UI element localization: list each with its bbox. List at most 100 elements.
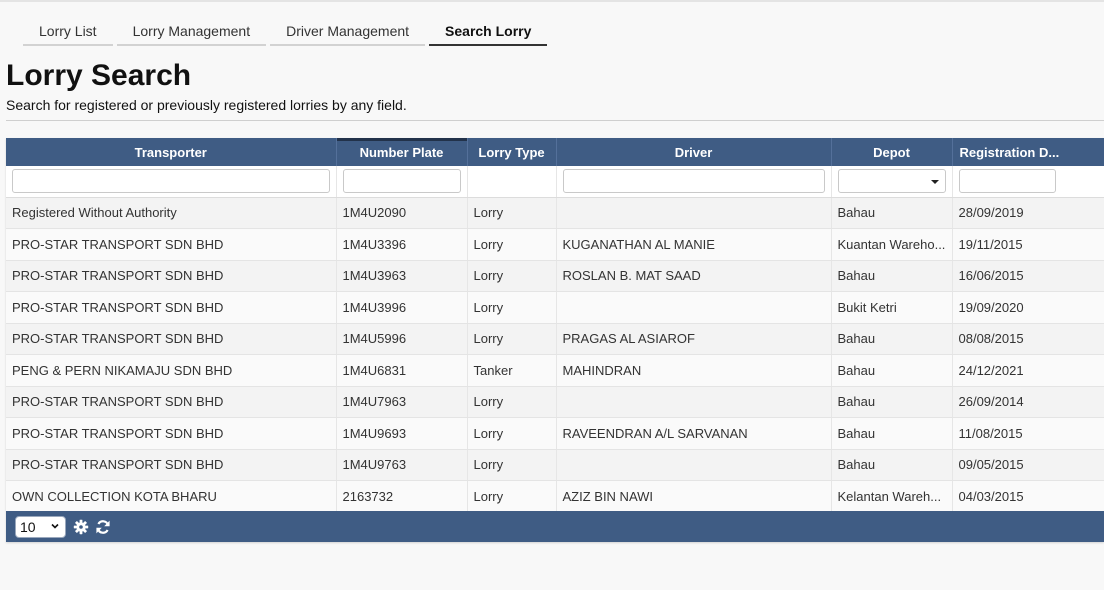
cell-depot: Bahau [831, 260, 953, 292]
top-border [0, 0, 1104, 2]
cell-registration-date: 19/11/2015 [952, 228, 1104, 261]
column-header-registration-date[interactable]: Registration D... [952, 138, 1104, 166]
cell-registration-date: 04/03/2015 [952, 480, 1104, 513]
table-row[interactable]: PRO-STAR TRANSPORT SDN BHD 1M4U5996 Lorry P… [6, 323, 1104, 355]
cell-registration-date: 08/08/2015 [952, 323, 1104, 355]
cell-depot: Bahau [831, 197, 953, 229]
cell-depot: Bahau [831, 386, 953, 418]
tab-lorry-list[interactable]: Lorry List [23, 20, 113, 46]
cell-transporter: PENG & PERN NIKAMAJU SDN BHD [6, 354, 337, 387]
cell-registration-date: 09/05/2015 [952, 449, 1104, 481]
cell-transporter: PRO-STAR TRANSPORT SDN BHD [6, 291, 337, 324]
cell-registration-date: 11/08/2015 [952, 417, 1104, 450]
page-size-select[interactable]: 10 [15, 515, 66, 538]
cell-registration-date: 24/12/2021 [952, 354, 1104, 387]
table-row[interactable]: PRO-STAR TRANSPORT SDN BHD 1M4U3396 Lorry K… [6, 228, 1104, 261]
cell-depot: Kuantan Wareho... [831, 228, 953, 261]
column-header-depot[interactable]: Depot [831, 138, 953, 166]
table-row[interactable]: PRO-STAR TRANSPORT SDN BHD 1M4U3963 Lorry R… [6, 260, 1104, 292]
cell-transporter: OWN COLLECTION KOTA BHARU [6, 480, 337, 513]
cell-lorry-type: Lorry [467, 197, 557, 229]
filter-row [6, 166, 1104, 198]
tab-search-lorry[interactable]: Search Lorry [429, 20, 548, 46]
table-row[interactable]: PRO-STAR TRANSPORT SDN BHD 1M4U7963 Lorry B… [6, 386, 1104, 418]
cell-depot: Bukit Ketri [831, 291, 953, 324]
table-row[interactable]: PENG & PERN NIKAMAJU SDN BHD 1M4U6831 Tank… [6, 354, 1104, 387]
cell-transporter: Registered Without Authority [6, 197, 337, 229]
column-header-transporter[interactable]: Transporter [6, 138, 337, 166]
cell-number-plate: 1M4U2090 [336, 197, 468, 229]
tab-lorry-management[interactable]: Lorry Management [116, 20, 267, 46]
cell-transporter: PRO-STAR TRANSPORT SDN BHD [6, 417, 337, 450]
cell-number-plate: 2163732 [336, 480, 468, 513]
cell-transporter: PRO-STAR TRANSPORT SDN BHD [6, 449, 337, 481]
cell-transporter: PRO-STAR TRANSPORT SDN BHD [6, 228, 337, 261]
divider [6, 120, 1104, 121]
column-header-number-plate[interactable]: Number Plate [336, 138, 468, 166]
cell-lorry-type: Lorry [467, 386, 557, 418]
cell-number-plate: 1M4U6831 [336, 354, 468, 387]
cell-driver [556, 386, 832, 418]
cell-lorry-type: Lorry [467, 449, 557, 481]
cell-lorry-type: Lorry [467, 417, 557, 450]
caret-down-icon [930, 180, 939, 185]
table-row[interactable]: PRO-STAR TRANSPORT SDN BHD 1M4U3996 Lorry B… [6, 291, 1104, 324]
page-size-value: 10 [20, 518, 36, 535]
cell-lorry-type: Tanker [467, 354, 557, 387]
cell-lorry-type: Lorry [467, 260, 557, 292]
tab-bar: Lorry List Lorry Management Driver Manag… [23, 20, 551, 46]
refresh-icon[interactable] [95, 519, 111, 535]
column-header-driver[interactable]: Driver [556, 138, 832, 166]
cell-driver [556, 291, 832, 324]
cell-transporter: PRO-STAR TRANSPORT SDN BHD [6, 386, 337, 418]
cell-lorry-type: Lorry [467, 323, 557, 355]
cell-driver: AZIZ BIN NAWI [556, 480, 832, 513]
column-header-row: Transporter Number Plate Lorry Type Driv… [6, 138, 1104, 166]
cell-number-plate: 1M4U3963 [336, 260, 468, 292]
column-header-lorry-type[interactable]: Lorry Type [467, 138, 557, 166]
table-row[interactable]: Registered Without Authority 1M4U2090 Lorr… [6, 197, 1104, 229]
cell-depot: Bahau [831, 417, 953, 450]
page-title: Lorry Search [6, 59, 192, 92]
cell-transporter: PRO-STAR TRANSPORT SDN BHD [6, 260, 337, 292]
table-row[interactable]: PRO-STAR TRANSPORT SDN BHD 1M4U9763 Lorry B… [6, 449, 1104, 481]
cell-depot: Bahau [831, 354, 953, 387]
tab-driver-management[interactable]: Driver Management [270, 20, 426, 46]
cell-number-plate: 1M4U3996 [336, 291, 468, 324]
gear-icon[interactable] [73, 519, 89, 535]
lorry-grid: Transporter Number Plate Lorry Type Driv… [6, 138, 1104, 542]
filter-number-plate-input[interactable] [342, 169, 461, 194]
filter-depot-select[interactable] [837, 169, 946, 194]
cell-lorry-type: Lorry [467, 480, 557, 513]
cell-driver: RAVEENDRAN A/L SARVANAN [556, 417, 832, 450]
cell-depot: Bahau [831, 449, 953, 481]
cell-depot: Kelantan Wareh... [831, 480, 953, 513]
table-row[interactable]: OWN COLLECTION KOTA BHARU 2163732 Lorry AZI… [6, 480, 1104, 513]
cell-driver [556, 449, 832, 481]
cell-number-plate: 1M4U7963 [336, 386, 468, 418]
cell-driver: MAHINDRAN [556, 354, 832, 387]
cell-number-plate: 1M4U3396 [336, 228, 468, 261]
table-row[interactable]: PRO-STAR TRANSPORT SDN BHD 1M4U9693 Lorry R… [6, 417, 1104, 450]
cell-driver: KUGANATHAN AL MANIE [556, 228, 832, 261]
cell-registration-date: 16/06/2015 [952, 260, 1104, 292]
cell-lorry-type: Lorry [467, 291, 557, 324]
cell-depot: Bahau [831, 323, 953, 355]
cell-registration-date: 19/09/2020 [952, 291, 1104, 324]
cell-registration-date: 26/09/2014 [952, 386, 1104, 418]
grid-footer: 10 [6, 511, 1104, 542]
filter-registration-date-input[interactable] [958, 169, 1056, 194]
cell-driver: ROSLAN B. MAT SAAD [556, 260, 832, 292]
cell-registration-date: 28/09/2019 [952, 197, 1104, 229]
filter-transporter-input[interactable] [12, 169, 330, 194]
filter-driver-input[interactable] [562, 169, 825, 194]
lorry-table: Transporter Number Plate Lorry Type Driv… [6, 138, 1104, 513]
cell-number-plate: 1M4U5996 [336, 323, 468, 355]
cell-lorry-type: Lorry [467, 228, 557, 261]
chevron-down-icon [51, 523, 59, 529]
page-subtitle: Search for registered or previously regi… [6, 97, 407, 113]
cell-number-plate: 1M4U9693 [336, 417, 468, 450]
cell-number-plate: 1M4U9763 [336, 449, 468, 481]
cell-driver [556, 197, 832, 229]
grid-body: Registered Without Authority 1M4U2090 Lorr… [6, 197, 1104, 513]
